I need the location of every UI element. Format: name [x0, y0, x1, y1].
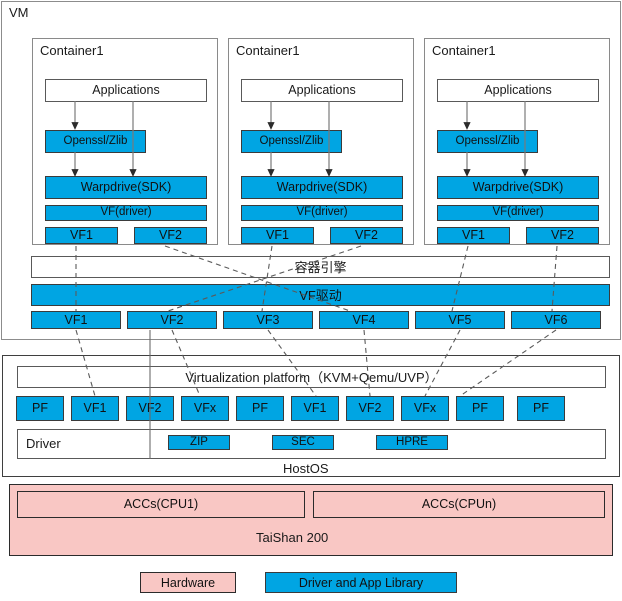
driver-module-hpre: HPRE: [376, 435, 448, 450]
container-engine-box: 容器引擎: [31, 256, 610, 278]
container-vf-1: VF1: [241, 227, 314, 244]
openssl-zlib-box: Openssl/Zlib: [241, 130, 342, 153]
vm-vf-5: VF5: [415, 311, 505, 329]
legend-driver-app-library: Driver and App Library: [265, 572, 457, 593]
legend-hardware: Hardware: [140, 572, 236, 593]
vm-vf-4: VF4: [319, 311, 409, 329]
applications-box: Applications: [241, 79, 403, 102]
vm-vf-6: VF6: [511, 311, 601, 329]
host-fn-5: PF: [236, 396, 284, 421]
taishan-label: TaiShan 200: [256, 530, 329, 545]
driver-module-sec: SEC: [272, 435, 334, 450]
host-fn-8: VFx: [401, 396, 449, 421]
warpdrive-sdk-box: Warpdrive(SDK): [45, 176, 207, 199]
container-title: Container1: [236, 43, 300, 58]
vf-driver-box: VF(driver): [45, 205, 207, 221]
architecture-diagram: VM Container1 Applications Openssl/Zlib …: [0, 0, 622, 601]
container-card-3: Container1 Applications Openssl/Zlib War…: [424, 38, 610, 245]
accelerator-cpun: ACCs(CPUn): [313, 491, 605, 518]
container-card-2: Container1 Applications Openssl/Zlib War…: [228, 38, 414, 245]
applications-box: Applications: [45, 79, 207, 102]
host-fn-7: VF2: [346, 396, 394, 421]
vf-driver-box: VF(driver): [437, 205, 599, 221]
host-fn-3: VF2: [126, 396, 174, 421]
vm-vf-driver-box: VF驱动: [31, 284, 610, 306]
vm-vf-2: VF2: [127, 311, 217, 329]
container-vf-1: VF1: [437, 227, 510, 244]
host-fn-1: PF: [16, 396, 64, 421]
container-title: Container1: [40, 43, 104, 58]
vm-label: VM: [9, 5, 29, 20]
accelerator-cpu1: ACCs(CPU1): [17, 491, 305, 518]
host-fn-4: VFx: [181, 396, 229, 421]
host-fn-9: PF: [456, 396, 504, 421]
host-fn-2: VF1: [71, 396, 119, 421]
applications-box: Applications: [437, 79, 599, 102]
container-title: Container1: [432, 43, 496, 58]
driver-module-zip: ZIP: [168, 435, 230, 450]
container-card-1: Container1 Applications Openssl/Zlib War…: [32, 38, 218, 245]
vm-vf-3: VF3: [223, 311, 313, 329]
openssl-zlib-box: Openssl/Zlib: [45, 130, 146, 153]
warpdrive-sdk-box: Warpdrive(SDK): [241, 176, 403, 199]
vm-vf-1: VF1: [31, 311, 121, 329]
container-vf-1: VF1: [45, 227, 118, 244]
openssl-zlib-box: Openssl/Zlib: [437, 130, 538, 153]
virtualization-platform-box: Virtualization platform（KVM+Qemu/UVP）: [17, 366, 606, 388]
driver-label: Driver: [26, 436, 61, 451]
host-fn-6: VF1: [291, 396, 339, 421]
vf-driver-box: VF(driver): [241, 205, 403, 221]
warpdrive-sdk-box: Warpdrive(SDK): [437, 176, 599, 199]
hostos-label: HostOS: [283, 461, 329, 476]
host-fn-10: PF: [517, 396, 565, 421]
container-vf-2: VF2: [526, 227, 599, 244]
container-vf-2: VF2: [330, 227, 403, 244]
container-vf-2: VF2: [134, 227, 207, 244]
